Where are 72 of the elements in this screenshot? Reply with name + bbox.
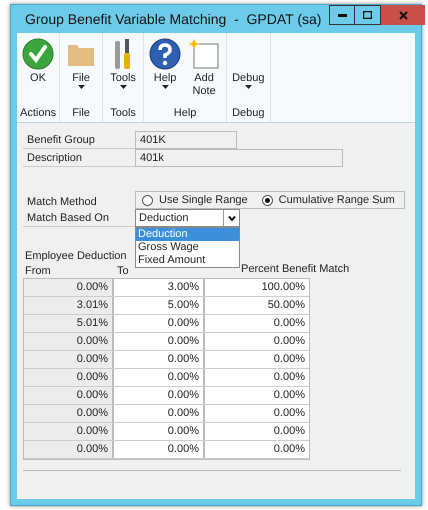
caret-icon (244, 85, 252, 89)
help-icon (149, 38, 182, 70)
close-button[interactable] (381, 5, 426, 25)
ribbon-button[interactable]: File (63, 33, 100, 104)
table-cell: 0.00% (24, 405, 114, 422)
table-cell[interactable]: 100.00% (205, 279, 309, 296)
note-icon (188, 38, 220, 70)
ribbon-group-label: File (71, 106, 91, 121)
maximize-icon (363, 11, 372, 19)
ribbon-group-label: Debug (231, 106, 266, 121)
radio-option[interactable]: Use Single Range (142, 192, 248, 208)
table-cell[interactable]: 0.00% (205, 405, 309, 422)
close-icon (398, 10, 408, 20)
match-based-on-dropdown[interactable]: Deduction (135, 209, 240, 227)
caret-icon (78, 85, 85, 89)
table-cell: 0.00% (24, 279, 114, 296)
description-field: 401k (135, 149, 343, 167)
field-label: Match Method (26, 195, 98, 209)
checkmark-icon (22, 38, 54, 70)
caret-icon (120, 85, 127, 89)
table-cell: 0.00% (24, 351, 114, 368)
table-cell[interactable]: 0.00% (114, 405, 205, 422)
table-cell[interactable]: 0.00% (114, 387, 205, 404)
ribbon-button[interactable]: Add Note (185, 33, 224, 104)
table-cell[interactable]: 0.00% (114, 369, 205, 386)
ribbon-button[interactable]: Debug (230, 33, 266, 104)
table-cell[interactable]: 0.00% (205, 369, 309, 386)
table-cell: 3.01% (24, 297, 114, 314)
column-header: To (116, 264, 130, 277)
ribbon-group-label: Help (172, 106, 198, 121)
table-cell[interactable]: 0.00% (114, 333, 205, 350)
maximize-button[interactable] (355, 5, 382, 25)
radio-option[interactable]: Cumulative Range Sum (262, 192, 395, 208)
minimize-button[interactable] (329, 5, 356, 25)
table-cell: 0.00% (24, 333, 114, 350)
table-cell: 0.00% (24, 387, 114, 404)
table-cell[interactable]: 0.00% (114, 315, 205, 332)
ribbon-group-label: Tools (109, 106, 137, 121)
ribbon-button[interactable]: Tools (106, 33, 140, 104)
table-cell: 0.00% (24, 441, 114, 458)
radio-button[interactable] (142, 194, 153, 206)
table-cell: 0.00% (24, 423, 114, 440)
table-cell[interactable]: 0.00% (205, 387, 309, 404)
table-cell[interactable]: 0.00% (114, 423, 205, 440)
caret-icon (162, 85, 169, 89)
window-title: Group Benefit Variable Matching - GPDAT (sa) (25, 10, 322, 29)
ribbon-group-label: Actions (20, 106, 56, 121)
field-label: Description (23, 149, 135, 167)
table-cell[interactable]: 0.00% (205, 315, 309, 332)
chevron-icon (228, 216, 236, 220)
table-cell[interactable]: 0.00% (114, 351, 205, 368)
column-header: From (24, 264, 52, 277)
ribbon-button[interactable]: OK (20, 33, 56, 104)
table-cell: 5.01% (24, 315, 114, 332)
ribbon-button[interactable]: Help (147, 33, 184, 104)
table-cell[interactable]: 0.00% (114, 441, 205, 458)
table-cell[interactable]: 0.00% (205, 423, 309, 440)
benefit-group-field: 401K (135, 131, 237, 149)
minimize-icon (338, 14, 347, 16)
table-cell[interactable]: 0.00% (205, 441, 309, 458)
field-label: Benefit Group (23, 131, 135, 149)
radio-button[interactable] (262, 194, 273, 206)
dropdown-option[interactable]: Gross Wage (136, 241, 239, 254)
table-cell[interactable]: 0.00% (205, 333, 309, 350)
column-header: Percent Benefit Match (240, 263, 350, 277)
dropdown-option[interactable]: Fixed Amount (136, 254, 239, 267)
table-cell[interactable]: 0.00% (205, 351, 309, 368)
group-label: Employee Deduction (24, 249, 128, 263)
table-cell[interactable]: 3.00% (114, 279, 205, 296)
table-cell[interactable]: 5.00% (114, 297, 205, 314)
table-cell: 0.00% (24, 369, 114, 386)
table-cell[interactable]: 50.00% (205, 297, 309, 314)
